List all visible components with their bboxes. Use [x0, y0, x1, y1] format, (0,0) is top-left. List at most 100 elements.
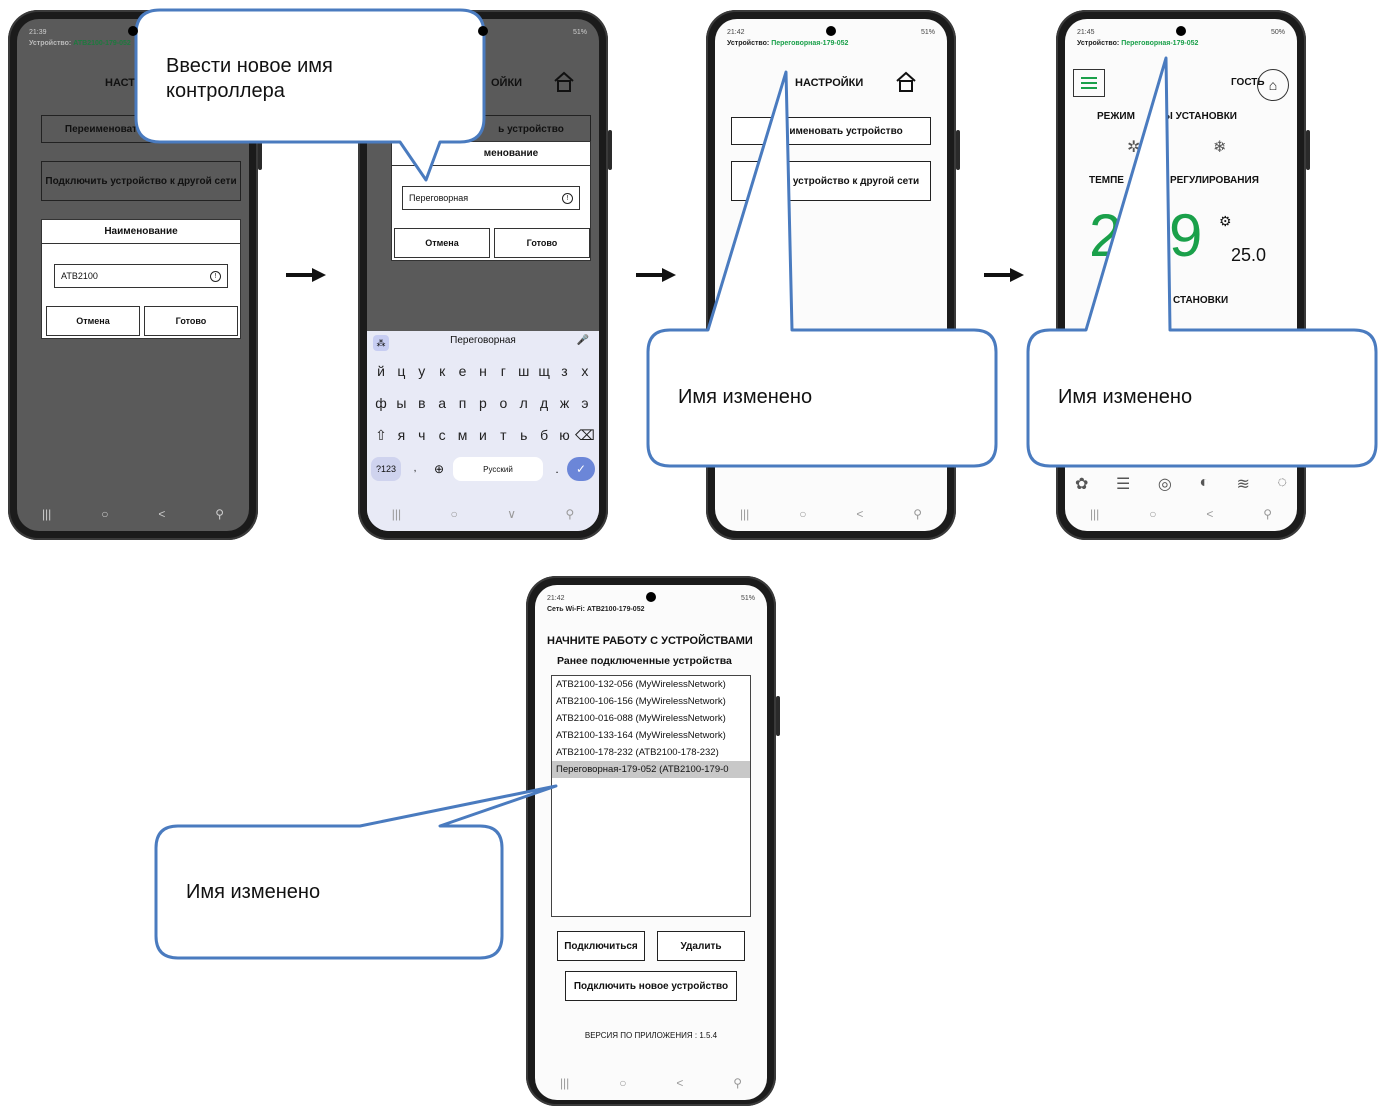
list-item[interactable]: АТВ2100-178-232 (АТВ2100-178-232) — [552, 744, 750, 761]
recirculation-icon[interactable]: ◌ — [1277, 474, 1287, 494]
space-key[interactable]: Русский — [453, 457, 543, 481]
key[interactable]: в — [412, 395, 432, 411]
name-input[interactable]: Переговорная ! — [402, 186, 580, 210]
damper-icon[interactable]: ≋ — [1237, 474, 1250, 494]
keyboard-row-4: ?123 , ⊕ Русский . ✓ — [371, 457, 595, 483]
enter-check-icon[interactable]: ✓ — [567, 457, 595, 481]
home-icon[interactable]: ○ — [1149, 507, 1156, 521]
key[interactable]: р — [473, 395, 493, 411]
pump-icon[interactable]: ◐ — [1199, 474, 1209, 494]
recent-apps-icon[interactable]: ||| — [392, 507, 401, 521]
list-item[interactable]: АТВ2100-133-164 (MyWirelessNetwork) — [552, 727, 750, 744]
key[interactable]: ы — [391, 395, 411, 411]
key[interactable]: х — [575, 363, 595, 379]
rename-device-button[interactable]: Переименоват — [41, 115, 241, 143]
globe-icon[interactable]: ⊕ — [429, 457, 449, 481]
hide-keyboard-icon[interactable]: ∨ — [507, 507, 516, 521]
key[interactable]: а — [432, 395, 452, 411]
accessibility-icon[interactable]: ⚲ — [913, 507, 922, 521]
rename-device-button[interactable]: именовать устройство — [731, 117, 931, 145]
bottom-icon-row: ✿ ☰ ◎ ◐ ≋ ◌ — [1075, 474, 1287, 494]
key[interactable]: н — [473, 363, 493, 379]
accessibility-icon[interactable]: ⚲ — [1263, 507, 1272, 521]
home-icon[interactable] — [895, 71, 917, 93]
done-button[interactable]: Готово — [144, 306, 238, 336]
back-icon[interactable]: < — [856, 507, 863, 521]
home-icon[interactable]: ○ — [619, 1076, 626, 1090]
accessibility-icon[interactable]: ⚲ — [565, 507, 574, 521]
list-item[interactable]: АТВ2100-132-056 (MyWirelessNetwork) — [552, 676, 750, 693]
key[interactable]: м — [453, 427, 473, 444]
cancel-button[interactable]: Отмена — [394, 228, 490, 258]
lock-icon[interactable]: ⌂ — [1257, 69, 1289, 101]
delete-button[interactable]: Удалить — [657, 931, 745, 961]
key[interactable]: д — [534, 395, 554, 411]
key[interactable]: п — [453, 395, 473, 411]
key[interactable]: к — [432, 363, 452, 379]
back-icon[interactable]: < — [676, 1076, 683, 1090]
device-list[interactable]: АТВ2100-132-056 (MyWirelessNetwork) АТВ21… — [551, 675, 751, 917]
rename-device-button[interactable]: ь устройство — [391, 115, 591, 143]
key[interactable]: з — [555, 363, 575, 379]
key[interactable]: ш — [514, 363, 534, 379]
list-item[interactable]: АТВ2100-106-156 (MyWirelessNetwork) — [552, 693, 750, 710]
connect-button[interactable]: Подключиться — [557, 931, 645, 961]
fan-icon[interactable]: ✿ — [1075, 474, 1088, 494]
list-item[interactable]: АТВ2100-016-088 (MyWirelessNetwork) — [552, 710, 750, 727]
key[interactable]: с — [432, 427, 452, 444]
name-input[interactable]: ATB2100 ! — [54, 264, 228, 288]
home-icon[interactable]: ○ — [451, 507, 458, 521]
list-item[interactable]: Переговорная-179-052 (АТВ2100-179-0 — [552, 761, 750, 778]
key[interactable]: ж — [555, 395, 575, 411]
backspace-icon[interactable]: ⌫ — [575, 427, 595, 444]
key[interactable]: б — [534, 427, 554, 444]
shift-icon[interactable]: ⇧ — [371, 427, 391, 444]
microphone-icon[interactable]: 🎤 — [577, 335, 589, 346]
emoji-key[interactable]: , — [405, 457, 425, 481]
key[interactable]: л — [514, 395, 534, 411]
suggestion-word[interactable]: Переговорная — [450, 335, 516, 346]
home-icon[interactable]: ○ — [799, 507, 806, 521]
heater-icon[interactable]: ◎ — [1158, 474, 1172, 494]
key[interactable]: э — [575, 395, 595, 411]
key[interactable]: е — [453, 363, 473, 379]
home-icon[interactable]: ○ — [101, 507, 108, 521]
key[interactable]: ч — [412, 427, 432, 444]
key[interactable]: ф — [371, 395, 391, 411]
back-icon[interactable]: < — [158, 507, 165, 521]
menu-icon[interactable] — [1073, 69, 1105, 97]
recent-apps-icon[interactable]: ||| — [560, 1076, 569, 1090]
back-icon[interactable]: < — [1206, 507, 1213, 521]
key[interactable]: ь — [514, 427, 534, 444]
recent-apps-icon[interactable]: ||| — [1090, 507, 1099, 521]
key[interactable]: у — [412, 363, 432, 379]
arrow-right-icon — [636, 268, 676, 282]
recent-apps-icon[interactable]: ||| — [740, 507, 749, 521]
key[interactable]: о — [493, 395, 513, 411]
apps-grid-icon[interactable]: ⁂ — [373, 335, 389, 351]
key[interactable]: я — [391, 427, 411, 444]
done-button[interactable]: Готово — [494, 228, 590, 258]
numbers-key[interactable]: ?123 — [371, 457, 401, 481]
snowflake-icon: ❄ — [1213, 139, 1227, 156]
time: 21:45 — [1077, 29, 1095, 36]
key[interactable]: т — [493, 427, 513, 444]
accessibility-icon[interactable]: ⚲ — [733, 1076, 742, 1090]
connect-other-network-button[interactable]: Подключить устройство к другой сети — [41, 161, 241, 201]
period-key[interactable]: . — [547, 457, 567, 481]
key[interactable]: и — [473, 427, 493, 444]
connect-other-network-button[interactable]: ить устройство к другой сети — [731, 161, 931, 201]
key[interactable]: й — [371, 363, 391, 379]
key[interactable]: ю — [555, 427, 575, 444]
accessibility-icon[interactable]: ⚲ — [215, 507, 224, 521]
key[interactable]: г — [493, 363, 513, 379]
callout-enter-name: Ввести новое имя контроллера — [166, 55, 333, 102]
recent-apps-icon[interactable]: ||| — [42, 507, 51, 521]
key[interactable]: ц — [391, 363, 411, 379]
home-icon[interactable] — [553, 71, 575, 93]
filter-icon[interactable]: ☰ — [1116, 474, 1130, 494]
connect-new-device-button[interactable]: Подключить новое устройство — [565, 971, 737, 1001]
cancel-button[interactable]: Отмена — [46, 306, 140, 336]
key[interactable]: щ — [534, 363, 554, 379]
device-line: Устройство: Переговорная-179-052 — [727, 40, 849, 47]
